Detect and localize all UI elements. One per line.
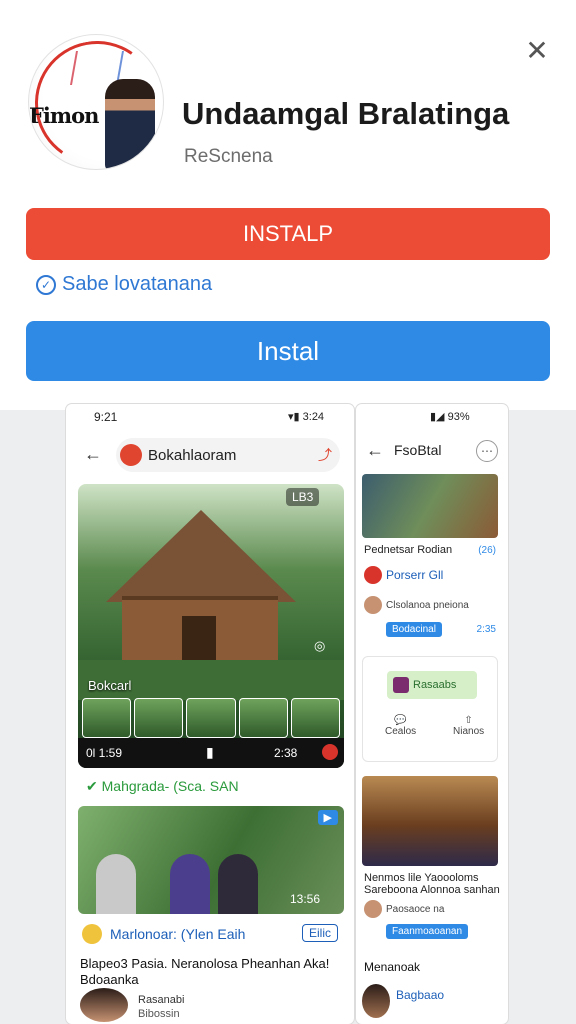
footer-line: Rasanabi xyxy=(138,994,185,1006)
avatar[interactable] xyxy=(80,988,128,1022)
app-title: Undaamgal Bralatinga xyxy=(182,96,510,131)
status-signal: ▾▮ 3:24 xyxy=(288,411,325,423)
post-title: Pednetsar Rodian xyxy=(364,544,453,556)
person-shape xyxy=(170,854,210,914)
screenshot-phone-right[interactable]: ▮◢ 93% ← FsoBtal ⋯ Pednetsar Rodian (26)… xyxy=(356,404,508,1024)
green-chip[interactable]: ✔ Mahgrada- (Sca. SAN xyxy=(86,778,239,795)
person-shape xyxy=(218,854,258,914)
verified-row[interactable]: ✓ Sabe lovatanana xyxy=(36,273,212,296)
status-time: 9:21 xyxy=(94,410,118,424)
record-button-icon[interactable] xyxy=(322,744,338,760)
video-duration: 13:56 xyxy=(289,892,320,906)
post-caption: Blapeo3 Pasia. Neranolosa Pheanhan Aka! … xyxy=(80,956,330,987)
avatar[interactable] xyxy=(364,596,382,614)
player-bar: 0l 1:59 ▮ 2:38 xyxy=(78,738,344,768)
share-action[interactable]: ⇧ Nianos xyxy=(453,715,484,737)
thumbnail[interactable] xyxy=(238,698,288,738)
menu-icon[interactable]: ⋯ xyxy=(476,440,498,462)
screen-title: FsoBtal xyxy=(394,442,442,458)
close-icon[interactable]: ✕ xyxy=(520,34,554,68)
roof-shape xyxy=(106,510,296,602)
profile-link[interactable]: Bagbaao xyxy=(396,988,444,1002)
reaction-card: Rasaabs 💬 Cealos ⇧ Nianos xyxy=(362,656,498,762)
second-video[interactable]: ▶ 13:56 xyxy=(78,806,344,914)
search-text: Bokahlaoram xyxy=(148,447,237,464)
install-button[interactable]: Instal xyxy=(26,321,550,381)
post-title: Nenmos lile Yaoooloms xyxy=(364,872,479,884)
participant-thumbnails xyxy=(82,698,341,738)
publisher-name: ReScnena xyxy=(184,146,273,167)
logo-text: Fimon xyxy=(29,103,99,128)
avatar[interactable] xyxy=(362,984,390,1018)
app-icon: Fimon xyxy=(28,34,164,170)
thumbnail[interactable] xyxy=(134,698,184,738)
elapsed-time: 0l 1:59 xyxy=(86,746,123,760)
primary-install-button[interactable]: INSTALP xyxy=(26,208,550,260)
verified-label: Sabe lovatanana xyxy=(62,273,213,295)
check-icon: ✓ xyxy=(36,274,56,295)
thumbnail[interactable] xyxy=(186,698,236,738)
avatar[interactable] xyxy=(364,900,382,918)
sticker-icon xyxy=(393,677,409,693)
post-count: (26) xyxy=(478,545,496,556)
post-link[interactable]: Porserr Gll xyxy=(386,568,443,582)
install-dialog: Fimon ✕ Undaamgal Bralatinga ReScnena IN… xyxy=(0,0,576,410)
section-heading: Menanoak xyxy=(364,960,421,974)
post-subtitle: Sareboona Alonnoa sanhan xyxy=(364,884,500,896)
meeting-photo[interactable] xyxy=(362,776,498,866)
post-time: 2:35 xyxy=(476,624,496,635)
share-icon[interactable]: ⤴ xyxy=(318,445,332,465)
post-subtitle: Clsolanoa pneiona xyxy=(386,600,469,611)
thumbnail[interactable] xyxy=(290,698,341,738)
thumbnail[interactable] xyxy=(82,698,132,738)
app-logo-icon xyxy=(120,444,142,466)
comment-action[interactable]: 💬 Cealos xyxy=(385,715,416,737)
channel-name: Marlonoar: (Ylen Eaih xyxy=(110,926,246,942)
hero-badge: LB3 xyxy=(286,488,320,506)
record-icon[interactable]: ◎ xyxy=(314,638,325,654)
post-author: Paosaoce na xyxy=(386,904,445,915)
channel-icon xyxy=(82,924,102,944)
person-figure xyxy=(105,79,155,169)
hero-video[interactable]: LB3 ◎ Bokcarl 0l 1:59 ▮ 2:38 xyxy=(78,484,344,768)
search-pill[interactable]: Bokahlaoram ⤴ xyxy=(116,438,340,472)
action-button[interactable]: Bodacinal xyxy=(386,622,442,637)
group-photo[interactable] xyxy=(362,474,498,538)
channel-row[interactable]: Marlonoar: (Ylen Eaih Eilic xyxy=(82,924,338,944)
total-time: 2:38 xyxy=(274,746,298,760)
back-arrow-icon[interactable]: ← xyxy=(366,440,384,461)
person-shape xyxy=(96,854,136,914)
channel-button[interactable]: Eilic xyxy=(301,924,338,942)
scrubber-icon[interactable]: ▮ xyxy=(206,744,214,761)
back-arrow-icon[interactable]: ← xyxy=(84,444,102,465)
video-badge: ▶ xyxy=(317,810,338,825)
house-shape xyxy=(122,596,278,664)
screenshot-phone-left[interactable]: 9:21 ▾▮ 3:24 ← Bokahlaoram ⤴ LB3 ◎ Bokca… xyxy=(66,404,354,1024)
action-button[interactable]: Faanmoaoanan xyxy=(386,924,469,939)
status-signal: ▮◢ 93% xyxy=(430,411,470,423)
footer-line: Bibossin xyxy=(138,1008,180,1020)
hero-label: Bokcarl xyxy=(88,678,132,693)
app-logo-icon xyxy=(364,566,382,584)
